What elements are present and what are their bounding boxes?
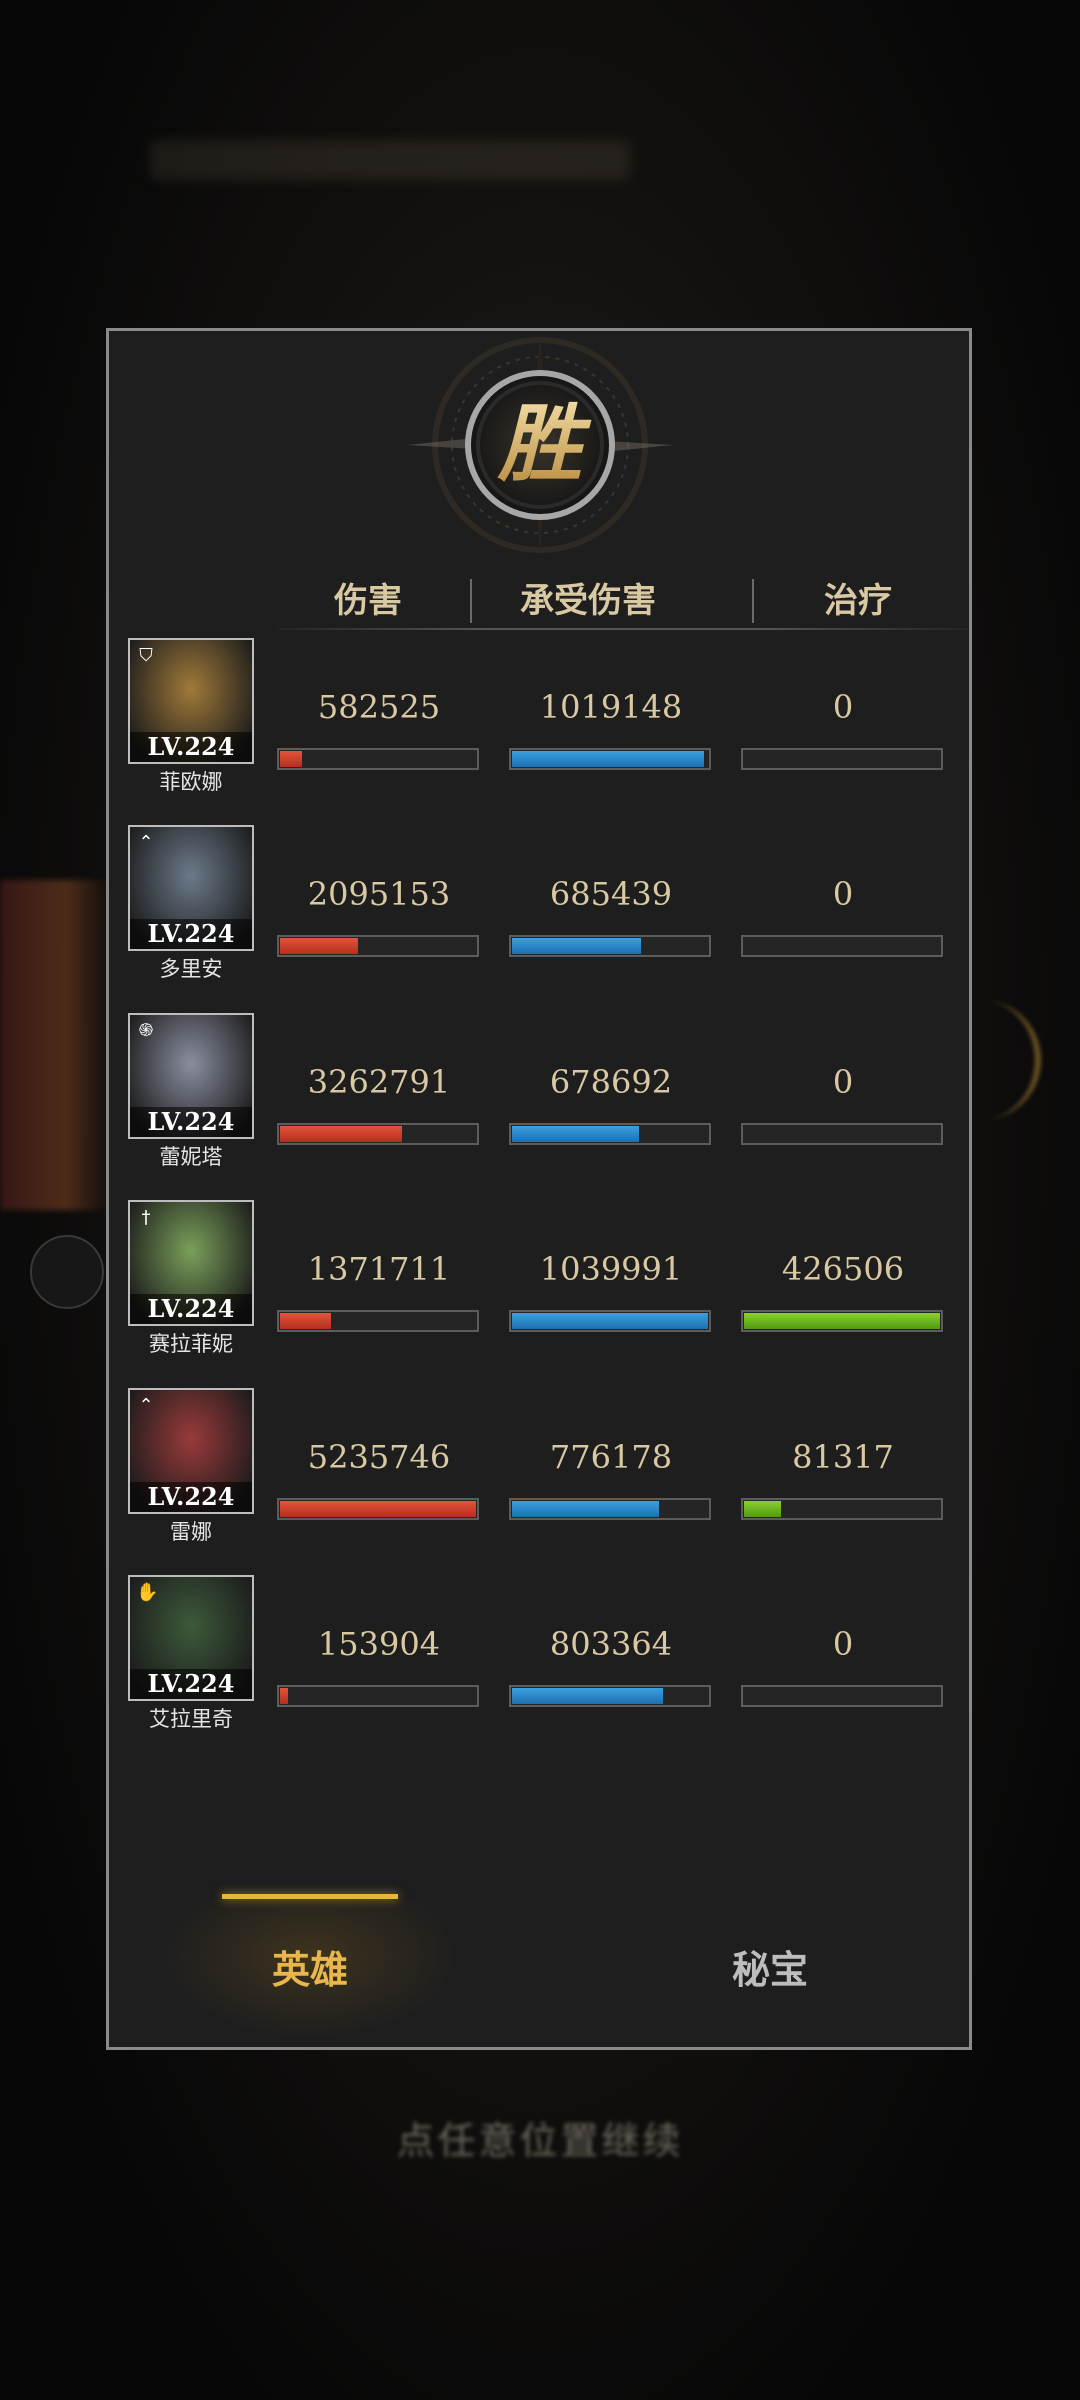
hero-portrait[interactable]: ֍ LV.224 [128,1013,254,1139]
damage-taken-bar-fill [512,1688,663,1704]
damage-bar-fill [280,1126,402,1142]
hero-name: 雷娜 [170,1520,212,1544]
hero-level: LV.224 [130,919,252,949]
damage-taken-value: 1039991 [539,1250,683,1288]
healing-bar [741,1498,943,1520]
damage-value: 582525 [317,688,441,726]
damage-taken-bar-fill [512,751,704,767]
damage-value: 5235746 [307,1438,451,1476]
hero-level: LV.224 [130,1669,252,1699]
healing-bar [741,1685,943,1707]
column-headers: 伤害 承受伤害 治疗 [278,575,958,627]
bow-class-icon: ⌃ [138,1395,154,1416]
damage-taken-bar-fill [512,1313,708,1329]
header-underline [278,628,968,630]
damage-bar-fill [280,938,358,954]
damage-taken-bar [509,1123,711,1145]
healing-value: 426506 [781,1250,905,1288]
healing-value: 0 [832,1625,854,1663]
hero-stat-row: ֍ LV.224 蕾妮塔 3262791 678692 0 [120,1013,960,1193]
damage-bar-fill [280,1688,288,1704]
damage-taken-bar [509,1685,711,1707]
hero-stat-row: ⌃ LV.224 雷娜 5235746 776178 81317 [120,1388,960,1568]
damage-taken-bar [509,1310,711,1332]
hero-portrait[interactable]: ⌃ LV.224 [128,825,254,951]
damage-value: 1371711 [307,1250,451,1288]
damage-bar [277,748,479,770]
damage-bar-fill [280,1313,331,1329]
hero-name: 多里安 [159,957,223,981]
damage-value: 2095153 [307,875,451,913]
hero-name: 赛拉菲妮 [149,1332,233,1356]
damage-bar-fill [280,751,302,767]
hero-level: LV.224 [130,1482,252,1512]
healing-value: 0 [832,875,854,913]
hero-level: LV.224 [130,732,252,762]
header-healing: 治疗 [824,581,892,621]
tab-treasures[interactable]: 秘宝 [620,1900,920,2040]
spiral-class-icon: ֍ [138,1020,154,1041]
damage-taken-value: 803364 [549,1625,673,1663]
hero-name: 艾拉里奇 [149,1707,233,1731]
healing-bar-fill [744,1313,940,1329]
hero-portrait[interactable]: ⌃ LV.224 [128,1388,254,1514]
damage-value: 153904 [317,1625,441,1663]
healing-value: 0 [832,688,854,726]
victory-emblem-text: 胜 [497,394,592,493]
active-tab-indicator [222,1894,398,1899]
tab-heroes[interactable]: 英雄 [160,1900,460,2040]
damage-taken-bar-fill [512,1501,659,1517]
healing-bar [741,1123,943,1145]
damage-bar [277,1310,479,1332]
header-damage-taken: 承受伤害 [520,581,656,621]
hero-level: LV.224 [130,1294,252,1324]
header-divider [470,579,472,623]
damage-taken-value: 1019148 [539,688,683,726]
damage-taken-bar [509,935,711,957]
cross-class-icon: † [141,1207,151,1228]
damage-value: 3262791 [307,1063,451,1101]
damage-taken-bar-fill [512,1126,639,1142]
damage-bar [277,1685,479,1707]
damage-taken-value: 776178 [549,1438,673,1476]
hero-level: LV.224 [130,1107,252,1137]
hero-stat-row: ⛉ LV.224 菲欧娜 582525 1019148 0 [120,638,960,818]
healing-value: 81317 [792,1438,894,1476]
damage-bar-fill [280,1501,476,1517]
damage-taken-value: 678692 [549,1063,673,1101]
damage-bar [277,935,479,957]
hero-portrait[interactable]: ⛉ LV.224 [128,638,254,764]
background-left-banner [0,880,110,1210]
header-damage: 伤害 [334,581,402,621]
hand-class-icon: ✋ [136,1582,159,1603]
hero-stat-row: ⌃ LV.224 多里安 2095153 685439 0 [120,825,960,1005]
hero-stat-row: † LV.224 赛拉菲妮 1371711 1039991 426506 [120,1200,960,1380]
damage-bar [277,1498,479,1520]
shield-class-icon: ⛉ [139,645,153,666]
hero-name: 菲欧娜 [159,770,223,794]
hero-portrait[interactable]: † LV.224 [128,1200,254,1326]
tap-to-continue-hint[interactable]: 点任意位置继续 [0,2110,1080,2170]
victory-emblem: 胜 [407,337,673,553]
hero-portrait[interactable]: ✋ LV.224 [128,1575,254,1701]
header-divider [752,579,754,623]
hero-stat-row: ✋ LV.224 艾拉里奇 153904 803364 0 [120,1575,960,1755]
damage-taken-value: 685439 [549,875,673,913]
bow-class-icon: ⌃ [138,832,154,853]
healing-bar [741,748,943,770]
damage-taken-bar [509,1498,711,1520]
healing-bar-fill [744,1501,781,1517]
healing-bar [741,935,943,957]
damage-taken-bar [509,748,711,770]
hero-name: 蕾妮塔 [159,1145,223,1169]
healing-bar [741,1310,943,1332]
healing-value: 0 [832,1063,854,1101]
damage-taken-bar-fill [512,938,641,954]
background-blurred-title [150,140,630,180]
damage-bar [277,1123,479,1145]
background-stats-icon [30,1235,104,1309]
